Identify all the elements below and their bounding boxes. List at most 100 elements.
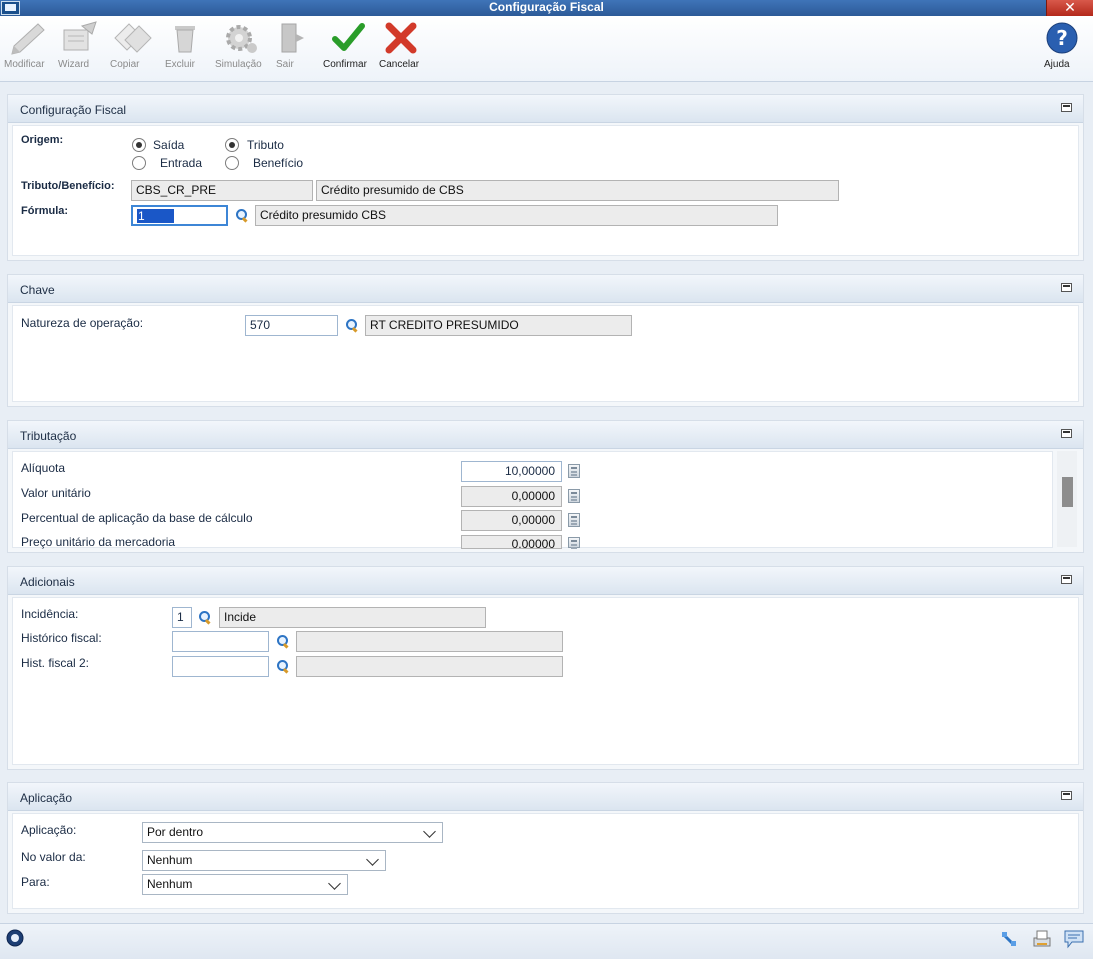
- natureza-search-icon[interactable]: [345, 318, 359, 332]
- formula-label: Fórmula:: [21, 205, 69, 217]
- aplicacao-label: Aplicação:: [21, 823, 77, 837]
- preco-unitario-field[interactable]: 0,00000: [461, 535, 562, 549]
- copiar-button[interactable]: Copiar: [110, 20, 156, 70]
- formula-field[interactable]: 1: [131, 205, 228, 226]
- confirmar-button[interactable]: Confirmar: [323, 20, 373, 70]
- radio-beneficio[interactable]: [225, 156, 239, 170]
- chevron-down-icon: [328, 877, 341, 890]
- section-adicionais: Adicionais Incidência: 1 Incide Históric…: [7, 566, 1084, 770]
- natureza-label: Natureza de operação:: [21, 316, 144, 330]
- printer-icon[interactable]: [1031, 928, 1053, 950]
- simulacao-button[interactable]: Simulação: [215, 20, 267, 70]
- copiar-label: Copiar: [110, 59, 140, 70]
- calculator-icon[interactable]: [568, 537, 580, 548]
- section-header: Tributação: [8, 421, 1083, 449]
- app-logo-icon: [6, 929, 24, 947]
- hist2-search-icon[interactable]: [276, 659, 290, 673]
- calculator-icon[interactable]: [568, 513, 580, 527]
- simulacao-label: Simulação: [215, 59, 262, 70]
- tributacao-scrollbar[interactable]: [1057, 451, 1077, 547]
- close-x-icon: [385, 22, 417, 54]
- aplicacao-select[interactable]: Por dentro: [142, 822, 443, 843]
- natureza-desc-field[interactable]: RT CREDITO PRESUMIDO: [365, 315, 632, 336]
- chat-icon[interactable]: [1063, 929, 1085, 949]
- para-select[interactable]: Nenhum: [142, 874, 348, 895]
- copy-icon: [114, 23, 152, 53]
- historico-desc-field[interactable]: [296, 631, 563, 652]
- collapse-icon[interactable]: [1061, 103, 1072, 112]
- help-icon: ?: [1046, 22, 1078, 54]
- percentual-base-label: Percentual de aplicação da base de cálcu…: [21, 511, 253, 525]
- incidencia-search-icon[interactable]: [198, 610, 212, 624]
- modificar-label: Modificar: [4, 59, 45, 70]
- section-title: Aplicação: [20, 791, 73, 805]
- section-header: Aplicação: [8, 783, 1083, 811]
- confirmar-label: Confirmar: [323, 59, 367, 70]
- exit-door-icon: [281, 23, 304, 53]
- excluir-label: Excluir: [165, 59, 196, 70]
- hist2-field[interactable]: [172, 656, 269, 677]
- origem-label: Origem:: [21, 134, 64, 146]
- percentual-base-field[interactable]: 0,00000: [461, 510, 562, 531]
- cancelar-button[interactable]: Cancelar: [379, 20, 423, 70]
- section-title: Chave: [20, 283, 55, 297]
- incidencia-desc-field[interactable]: Incide: [219, 607, 486, 628]
- radio-entrada[interactable]: [132, 156, 146, 170]
- section-title: Tributação: [20, 429, 77, 443]
- historico-field[interactable]: [172, 631, 269, 652]
- hist2-label: Hist. fiscal 2:: [21, 656, 90, 670]
- section-aplicacao: Aplicação Aplicação: Por dentro No valor…: [7, 782, 1084, 914]
- hist2-desc-field[interactable]: [296, 656, 563, 677]
- aliquota-label: Alíquota: [21, 461, 66, 475]
- aplicacao-value: Por dentro: [147, 825, 204, 839]
- formula-search-icon[interactable]: [235, 208, 249, 222]
- link-icon[interactable]: [1000, 930, 1018, 948]
- radio-entrada-label: Entrada: [160, 156, 203, 170]
- calculator-icon[interactable]: [568, 464, 580, 478]
- status-bar: [0, 923, 1093, 959]
- incidencia-field[interactable]: 1: [172, 607, 192, 628]
- section-header: Chave: [8, 275, 1083, 303]
- tributo-desc-field[interactable]: Crédito presumido de CBS: [316, 180, 839, 201]
- incidencia-label: Incidência:: [21, 607, 79, 621]
- wizard-icon: [63, 21, 97, 51]
- tributo-code-field[interactable]: CBS_CR_PRE: [131, 180, 313, 201]
- excluir-button[interactable]: Excluir: [165, 20, 205, 70]
- section-chave: Chave Natureza de operação: 570 RT CREDI…: [7, 274, 1084, 407]
- gear-icon: [226, 25, 257, 53]
- section-title: Configuração Fiscal: [20, 103, 127, 117]
- section-header: Adicionais: [8, 567, 1083, 595]
- collapse-icon[interactable]: [1061, 575, 1072, 584]
- aliquota-field[interactable]: 10,00000: [461, 461, 562, 482]
- radio-tributo-label: Tributo: [247, 138, 284, 152]
- valor-unitario-field[interactable]: 0,00000: [461, 486, 562, 507]
- radio-saida-label: Saída: [153, 138, 185, 152]
- scrollbar-thumb[interactable]: [1062, 477, 1073, 507]
- radio-saida[interactable]: [132, 138, 146, 152]
- close-button[interactable]: ✕: [1046, 0, 1093, 16]
- radio-beneficio-label: Benefício: [253, 156, 304, 170]
- wizard-button[interactable]: Wizard: [58, 20, 102, 70]
- collapse-icon[interactable]: [1061, 283, 1072, 292]
- collapse-icon[interactable]: [1061, 429, 1072, 438]
- radio-tributo[interactable]: [225, 138, 239, 152]
- formula-desc-field[interactable]: Crédito presumido CBS: [255, 205, 778, 226]
- trash-icon: [175, 26, 195, 53]
- ajuda-label: Ajuda: [1044, 59, 1070, 70]
- no-valor-label: No valor da:: [21, 850, 86, 864]
- no-valor-select[interactable]: Nenhum: [142, 850, 386, 871]
- sair-button[interactable]: Sair: [276, 20, 306, 70]
- ajuda-button[interactable]: ? Ajuda: [1044, 20, 1080, 70]
- historico-search-icon[interactable]: [276, 634, 290, 648]
- collapse-icon[interactable]: [1061, 791, 1072, 800]
- pencil-icon: [11, 23, 45, 55]
- natureza-field[interactable]: 570: [245, 315, 338, 336]
- cancelar-label: Cancelar: [379, 59, 420, 70]
- para-value: Nenhum: [147, 877, 193, 891]
- modificar-button[interactable]: Modificar: [4, 20, 52, 70]
- calculator-icon[interactable]: [568, 489, 580, 503]
- chevron-down-icon: [366, 853, 379, 866]
- formula-value: 1: [137, 209, 146, 223]
- svg-text:?: ?: [1056, 26, 1068, 50]
- wizard-label: Wizard: [58, 59, 90, 70]
